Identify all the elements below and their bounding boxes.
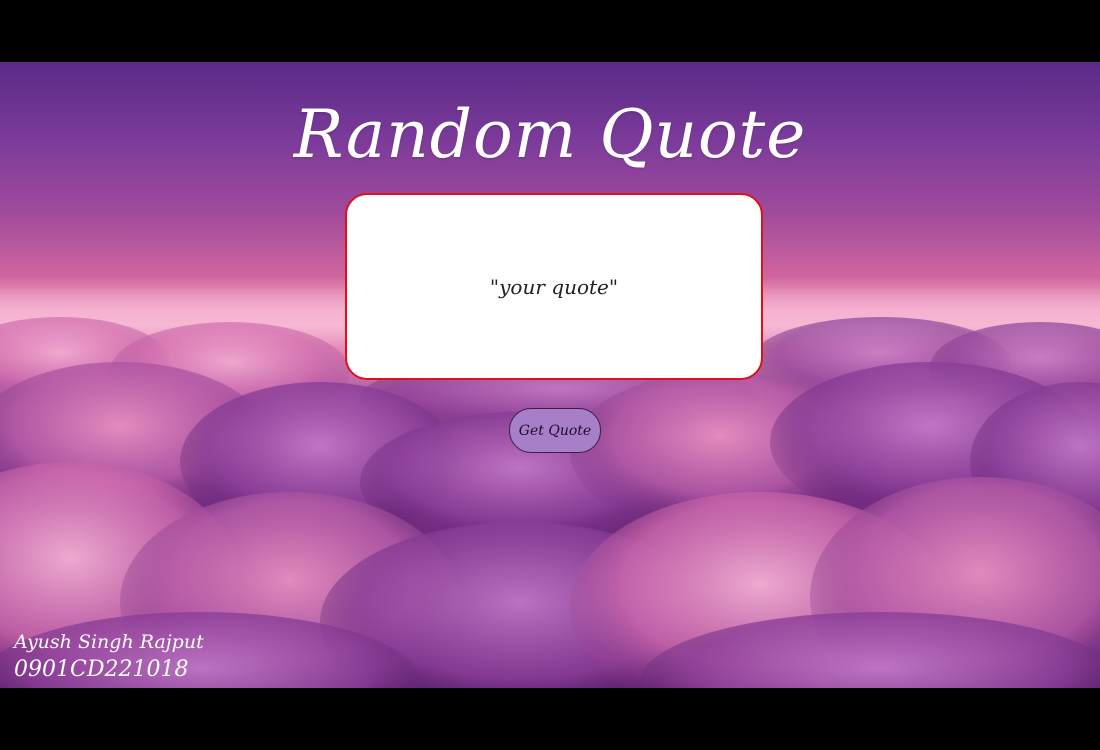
bottom-letterbox	[0, 688, 1100, 750]
quote-box: "your quote"	[345, 193, 763, 380]
quote-text: "your quote"	[489, 274, 619, 299]
page-title: Random Quote	[293, 96, 807, 173]
author-name: Ayush Singh Rajput	[14, 631, 204, 653]
get-quote-button[interactable]: Get Quote	[509, 408, 601, 453]
author-id: 0901CD221018	[14, 657, 189, 682]
top-letterbox	[0, 0, 1100, 62]
